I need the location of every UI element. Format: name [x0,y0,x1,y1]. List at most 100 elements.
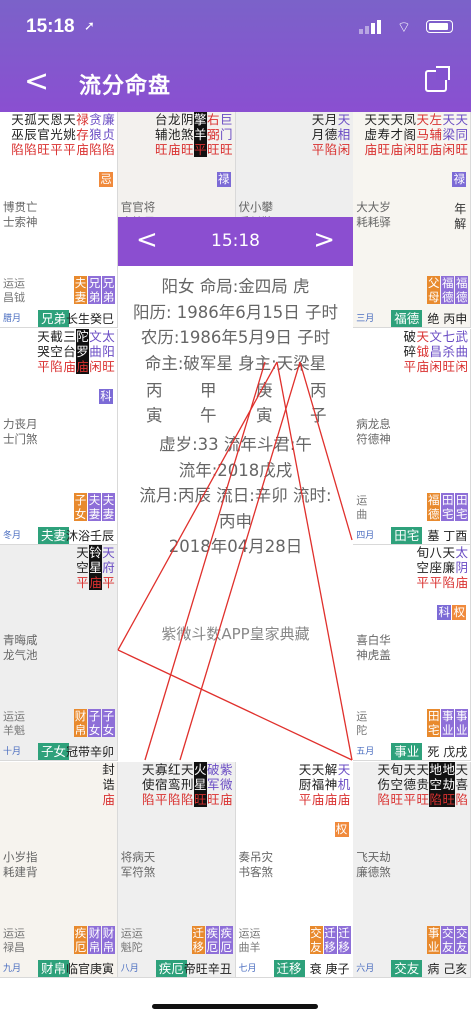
palace-box: 交友 [309,925,323,954]
star-name: 天寿旺 [377,112,390,157]
ganzhi-row: 丙 寅 甲 午 庚 寅 丙 子 [118,376,353,432]
star-list: 天机庙解神庙天福庙天厨平 [299,762,351,807]
palace-cell[interactable]: 太阴庙天廉陷八座平旬空平喜白华 神虎盖权科运 陀田宅事业事业五月 事业死 戊戌 [353,545,471,761]
minor-stars: 病龙息 符德神 [356,416,391,446]
palace-box: 兄弟 [102,276,115,304]
gz-branch-4: 子 [310,406,327,425]
palace-cell[interactable]: 天同旺天梁闲左辅庙天马旺凤阁闲天才庙天寿旺天虚庙大大岁 耗耗驿年 解禄父母福德福… [353,112,471,328]
info-line-8: 丙申 [219,511,252,531]
share-icon[interactable] [425,66,450,92]
month-label: 冬月 [3,530,22,541]
palace-name[interactable]: 子女 [38,743,70,760]
star-name: 破军旺 [206,761,220,807]
palace-box: 财帛 [102,925,115,954]
palace-box: 迁移 [337,925,351,954]
minor-stars: 青晦咸 龙气池 [3,633,38,662]
star-name: 太阴庙 [455,545,468,590]
palace-cell[interactable]: 廉贞陷贪狼陷禄存庙天姚平恩光平天官旺孤辰陷天巫陷博贯亡 士索神 忌运运 昌钺 夫妻兄… [0,112,118,328]
palace-name[interactable]: 迁移 [273,959,305,977]
palace-box: 交友 [441,925,455,954]
palace-box: 福德 [427,492,441,521]
palace-footer: 四月 田宅墓 丁酉 [353,526,470,544]
palace-cell[interactable]: 紫微庙破军旺火星旺天刑陷红鸾陷寡宿平天使陷将病天 军符煞 运运 魁陀迁移疾厄疾厄八… [117,761,236,978]
star-name: 天使陷 [141,761,155,807]
palace-cell[interactable]: 封诰庙小岁指 耗建背 运运 禄昌疾厄财帛财帛九月 财帛 临官庚寅 [0,761,118,978]
sihua-badge: 权 [452,605,467,620]
palace-box: 迁移 [323,925,337,954]
palace-box: 迁移 [191,925,205,954]
back-button[interactable]: < [24,64,49,100]
palace-name[interactable]: 疾厄 [155,959,187,977]
palace-name[interactable]: 事业 [391,743,423,760]
star-name: 天喜陷 [455,761,468,807]
year-tag: 年 解 [454,202,467,231]
gz-stem-1: 丙 [146,381,163,400]
star-name: 武曲闲 [455,328,468,374]
palace-name[interactable]: 福德 [391,310,423,327]
palace-cell[interactable]: 天府平铃星庙天空平青晦咸 龙气池 运运 羊魁财帛子女子女十月 子女 冠带辛卯 [0,545,118,761]
info-line-1: 阳女 命局:金四局 虎 [161,277,310,296]
palace-box: 财帛 [74,709,87,737]
star-name: 天廉陷 [442,545,455,590]
next-time-button[interactable]: > [313,225,335,255]
star-name: 地劫旺 [442,761,456,807]
app-watermark: 紫微斗数APP皇家典藏 [161,625,310,643]
star-name: 紫微庙 [219,761,233,807]
palace-name[interactable]: 交友 [391,959,423,977]
sihua-badge: 权 [334,821,349,837]
star-list: 巨门旺右弼旺擎羊平阴煞旺龙池庙台辅旺 [155,112,233,157]
palace-cell[interactable]: 天机庙解神庙天福庙天厨平奏吊灾 书客煞权运运 曲羊交友迁移迁移七月 迁移衰 庚子 [235,761,354,978]
info-line-7: 流月:丙辰 流日:辛卯 流时: [139,486,332,505]
palace-footer: 七月 迁移衰 庚子 [236,959,353,977]
star-list: 天府平铃星庙天空平 [76,545,115,590]
palace-box: 田宅 [441,492,455,521]
palace-box: 夫妻 [74,276,87,304]
birth-info: 阳女 命局:金四局 虎 阳历: 1986年6月15日 子时 农历:1986年5月… [118,274,353,560]
star-name: 七杀旺 [442,328,455,374]
minor-stars: 喜白华 神虎盖 [356,633,391,662]
star-name: 台辅旺 [154,112,168,157]
nav-bar: < 流分命盘 [0,64,471,104]
star-list: 紫微庙破军旺火星旺天刑陷红鸾陷寡宿平天使陷 [141,761,233,807]
star-name: 天厨平 [298,761,312,807]
star-name: 天巫陷 [11,112,24,157]
palace-stem-branch: 冠带辛卯 [65,745,114,759]
month-label: 八月 [120,963,139,974]
month-label: 十月 [3,747,22,757]
palace-cell[interactable]: 太阳旺文曲闲陀罗庙三台庙截空陷天哭平力丧月 士门煞科子女夫妻夫妻冬月 夫妻 沐浴壬辰 [0,328,118,545]
star-name: 天相闲 [337,112,351,157]
star-name: 左辅庙 [429,112,442,157]
palace-footer: 五月 事业死 戊戌 [353,743,470,760]
palace-cell[interactable]: 武曲闲七杀旺文昌闲天钺庙破碎平病龙息 符德神运 曲福德田宅田宅四月 田宅墓 丁酉 [353,328,471,545]
month-label: 六月 [356,963,375,974]
palace-name[interactable]: 田宅 [391,526,423,544]
palace-footer: 腊月 兄弟 长生癸巳 [0,310,117,327]
star-name: 寡宿平 [154,761,168,807]
star-name: 太阳旺 [102,328,115,374]
palace-stem-branch: 死 戊戌 [427,745,468,759]
star-name: 封诰庙 [102,761,115,807]
home-indicator [152,1004,318,1009]
star-name: 右弼旺 [206,112,220,157]
star-name: 天月平 [311,112,325,157]
month-label: 七月 [238,963,257,974]
palace-footer: 冬月 夫妻 沐浴壬辰 [0,526,117,544]
star-name: 天梁闲 [442,112,455,157]
star-name: 火星旺 [193,761,207,807]
star-name: 凤阁闲 [403,112,416,157]
star-name: 阴煞旺 [180,112,194,157]
star-name: 天空平 [76,545,89,590]
star-name: 天同旺 [455,112,468,157]
palace-boxes: 夫妻兄弟兄弟 [74,276,115,304]
palace-cell[interactable]: 天喜陷地劫旺地空陷天贵旺天德平旬空旺天伤陷飞天劫 廉德煞事业交友交友六月 交友病 … [353,761,471,978]
palace-stem-branch: 绝 丙申 [427,312,468,326]
info-line-3: 农历:1986年5月9日 子时 [140,328,331,347]
gz-branch-2: 午 [200,406,217,425]
palace-name[interactable]: 财帛 [38,959,70,977]
palace-name[interactable]: 兄弟 [38,310,70,327]
wifi-icon: ⌔ [396,18,411,36]
palace-box: 疾厄 [205,925,219,954]
yun-stars: 运运 禄昌 [3,926,25,954]
star-name: 陀罗庙 [76,328,89,374]
palace-name[interactable]: 夫妻 [38,526,70,544]
